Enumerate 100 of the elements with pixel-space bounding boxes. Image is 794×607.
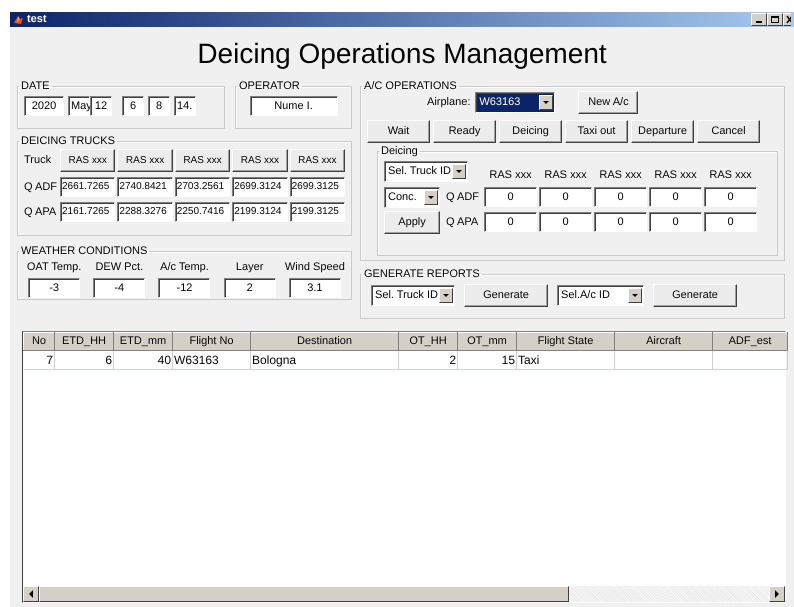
row-label: Q ADF: [446, 190, 480, 205]
scroll-right-icon: [774, 590, 780, 598]
column-header[interactable]: ADF_est: [712, 332, 788, 350]
table-cell: Taxi: [516, 350, 614, 369]
minimize-button[interactable]: [751, 13, 767, 26]
column-label: RAS xxx: [543, 168, 588, 183]
field-label: Airplane:: [427, 95, 470, 110]
input-field[interactable]: 2: [224, 278, 276, 298]
input-field[interactable]: -12: [158, 278, 210, 298]
dropdown[interactable]: Sel. Truck ID: [371, 285, 455, 306]
group-label: A/C OPERATIONS: [363, 81, 458, 92]
input-field[interactable]: 0: [594, 187, 647, 207]
input-field[interactable]: -4: [93, 278, 146, 298]
input-field[interactable]: 2250.7416: [174, 202, 230, 222]
input-field[interactable]: 0: [594, 212, 647, 232]
close-button[interactable]: [783, 13, 791, 26]
group-label: GENERATE REPORTS: [363, 269, 481, 280]
button[interactable]: Generate: [464, 284, 548, 307]
column-header[interactable]: Flight No: [172, 332, 250, 350]
input-field[interactable]: 2020: [24, 96, 64, 116]
dropdown[interactable]: W63163: [475, 92, 556, 113]
input-field[interactable]: 2699.3124: [232, 177, 288, 197]
column-header[interactable]: ETD_mm: [114, 332, 172, 350]
row-label: Q APA: [446, 214, 480, 230]
column-header[interactable]: Flight State: [516, 332, 614, 350]
column-header[interactable]: OT_HH: [398, 332, 458, 350]
page-heading: Deicing Operations Management: [196, 37, 608, 71]
button[interactable]: Taxi out: [565, 120, 628, 143]
input-field[interactable]: 6: [122, 96, 144, 116]
button[interactable]: Generate: [653, 284, 737, 307]
scrollbar-thumb[interactable]: [39, 586, 569, 602]
table-cell: 6: [54, 350, 114, 369]
button[interactable]: RAS xxx: [290, 149, 345, 172]
group-label: OPERATOR: [238, 81, 301, 92]
table-cell: W63163: [172, 350, 250, 369]
input-field[interactable]: 0: [484, 212, 537, 232]
input-field[interactable]: 14.: [174, 96, 196, 116]
input-field[interactable]: 3.1: [288, 278, 341, 298]
dropdown[interactable]: Sel.A/c ID: [557, 285, 644, 306]
maximize-button[interactable]: [767, 13, 783, 26]
button[interactable]: RAS xxx: [117, 149, 173, 172]
button[interactable]: Cancel: [697, 120, 760, 143]
input-field[interactable]: 8: [148, 96, 170, 116]
app-icon: [13, 14, 24, 25]
input-field[interactable]: 0: [539, 187, 592, 207]
column-header[interactable]: Aircraft: [614, 332, 712, 350]
column-label: RAS xxx: [708, 168, 753, 183]
input-field[interactable]: 2199.3124: [232, 202, 288, 222]
button[interactable]: Departure: [631, 120, 694, 143]
input-field[interactable]: 0: [704, 187, 757, 207]
input-field[interactable]: 0: [539, 212, 592, 232]
row-label: Truck: [24, 153, 52, 168]
row-label: Q ADF: [24, 180, 58, 195]
table-cell: Bologna: [250, 350, 398, 369]
button[interactable]: Deicing: [499, 120, 562, 143]
button[interactable]: RAS xxx: [232, 149, 288, 172]
input-field[interactable]: 2699.3125: [290, 177, 345, 197]
column-header[interactable]: OT_mm: [458, 332, 516, 350]
group-label: DEICING TRUCKS: [20, 136, 116, 147]
field-label: A/c Temp.: [159, 260, 210, 275]
field-label: OAT Temp.: [26, 260, 82, 275]
input-field[interactable]: 2661.7265: [60, 177, 116, 197]
button[interactable]: Apply: [384, 210, 440, 234]
input-field[interactable]: 0: [649, 187, 702, 207]
input-field[interactable]: 2740.8421: [117, 177, 173, 197]
scroll-left-icon: [28, 590, 34, 598]
window-title: test: [27, 13, 47, 26]
dropdown[interactable]: Conc.: [384, 186, 440, 208]
input-field[interactable]: Nume I.: [250, 96, 338, 116]
input-field[interactable]: 12: [90, 96, 112, 116]
button[interactable]: Ready: [433, 120, 496, 143]
dropdown[interactable]: Sel. Truck ID: [384, 160, 468, 182]
field-label: Layer: [234, 260, 264, 275]
column-header[interactable]: ETD_HH: [54, 332, 114, 350]
table-cell: 15: [458, 350, 516, 369]
group-label: DATE: [20, 81, 51, 92]
input-field[interactable]: -3: [28, 278, 80, 298]
column-header[interactable]: No: [24, 332, 54, 350]
group-label: WEATHER CONDITIONS: [20, 246, 148, 257]
field-label: Wind Speed: [284, 260, 345, 275]
input-field[interactable]: 0: [704, 212, 757, 232]
input-field[interactable]: 2703.2561: [174, 177, 230, 197]
input-field[interactable]: 0: [649, 212, 702, 232]
button[interactable]: RAS xxx: [174, 149, 230, 172]
table-cell: 7: [24, 350, 54, 369]
group-label: Deicing: [380, 146, 419, 157]
button[interactable]: RAS xxx: [60, 149, 116, 172]
column-label: RAS xxx: [653, 168, 698, 183]
minimize-icon: [756, 21, 762, 23]
button[interactable]: Wait: [367, 120, 430, 143]
row-label: Q APA: [24, 204, 58, 220]
input-field[interactable]: 2288.3276: [117, 202, 173, 222]
horizontal-scrollbar[interactable]: [23, 586, 785, 602]
input-field[interactable]: 2161.7265: [60, 202, 116, 222]
column-header[interactable]: Destination: [250, 332, 398, 350]
table-cell: 40: [114, 350, 172, 369]
input-field[interactable]: 2199.3125: [290, 202, 345, 222]
button[interactable]: New A/c: [578, 91, 638, 114]
table-cell: 2: [398, 350, 458, 369]
input-field[interactable]: 0: [484, 187, 537, 207]
